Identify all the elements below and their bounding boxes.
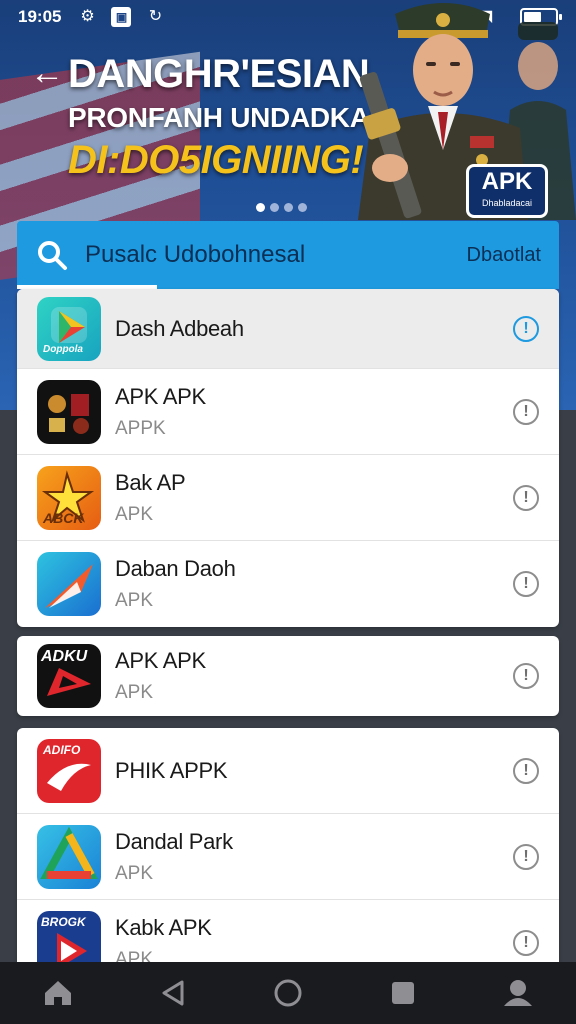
carousel-indicator[interactable] bbox=[256, 203, 307, 212]
list-item[interactable]: ABCK Bak AP APK ! bbox=[17, 455, 559, 541]
info-icon[interactable]: ! bbox=[513, 930, 539, 956]
app-list-card: ADIFO PHIK APPK ! Dandal Park APK ! BROG… bbox=[17, 728, 559, 962]
app-subtitle: APK bbox=[115, 682, 154, 703]
back-icon[interactable] bbox=[153, 973, 193, 1013]
info-icon[interactable]: ! bbox=[513, 571, 539, 597]
home-icon[interactable] bbox=[38, 973, 78, 1013]
app-icon-wave: ADIFO bbox=[37, 738, 101, 803]
app-icon-label: Doppola bbox=[43, 343, 83, 355]
back-arrow-icon[interactable]: ← bbox=[30, 54, 64, 93]
app-list-card: Doppola Dash Adbeah ! APK APK APPK ! ABC… bbox=[17, 289, 559, 627]
banner-subheadline: PRONFANH UNDADKAN bbox=[68, 102, 390, 133]
list-item[interactable]: Doppola Dash Adbeah ! bbox=[17, 289, 559, 369]
app-name: APK APK bbox=[115, 383, 206, 409]
apk-badge: APK Dhabladacai bbox=[466, 164, 548, 218]
info-icon[interactable]: ! bbox=[513, 843, 539, 870]
apk-badge-title: APK bbox=[481, 168, 533, 195]
image-icon: ▣ bbox=[111, 7, 132, 27]
app-list-card: ADKU APK APK APK ! bbox=[17, 636, 559, 716]
carousel-dot[interactable] bbox=[270, 203, 279, 212]
info-icon[interactable]: ! bbox=[513, 398, 539, 425]
profile-icon[interactable] bbox=[498, 973, 538, 1013]
search-input[interactable]: Pusalc Udobohnesal bbox=[85, 241, 467, 269]
carousel-dot[interactable] bbox=[298, 203, 307, 212]
list-item[interactable]: APK APK APPK ! bbox=[17, 369, 559, 455]
gear-icon: ⚙ bbox=[80, 8, 95, 25]
list-item[interactable]: BROGK Kabk APK APK ! bbox=[17, 900, 559, 962]
app-name: Dandal Park bbox=[115, 828, 233, 854]
app-icon-star: ABCK bbox=[37, 465, 101, 530]
sync-icon: ↻ bbox=[148, 8, 163, 25]
app-subtitle: APK bbox=[115, 862, 154, 884]
list-item[interactable]: Daban Daoh APK ! bbox=[17, 541, 559, 627]
circle-home-icon[interactable] bbox=[268, 973, 308, 1013]
list-item[interactable]: Dandal Park APK ! bbox=[17, 814, 559, 900]
status-time: 19:05 bbox=[18, 7, 62, 26]
info-icon[interactable]: ! bbox=[513, 663, 539, 689]
info-icon[interactable]: ! bbox=[513, 757, 539, 784]
app-subtitle: APK bbox=[115, 590, 154, 611]
app-name: Kabk APK bbox=[115, 915, 212, 940]
app-subtitle: APPK bbox=[115, 417, 166, 439]
app-name: APK APK bbox=[115, 648, 206, 673]
list-item[interactable]: ADIFO PHIK APPK ! bbox=[17, 728, 559, 814]
app-name: Daban Daoh bbox=[115, 556, 236, 581]
app-icon-drive bbox=[37, 824, 101, 889]
app-subtitle: APK bbox=[115, 949, 154, 962]
app-icon-play: Doppola bbox=[37, 296, 101, 361]
carousel-dot[interactable] bbox=[284, 203, 293, 212]
info-icon[interactable]: ! bbox=[513, 484, 539, 511]
carousel-dot[interactable] bbox=[256, 203, 265, 212]
list-item[interactable]: ADKU APK APK APK ! bbox=[17, 636, 559, 716]
search-bar[interactable]: Pusalc Udobohnesal Dbaotlat bbox=[17, 221, 559, 289]
app-icon-label: ADKU bbox=[41, 648, 88, 665]
apk-badge-subtitle: Dhabladacai bbox=[481, 198, 533, 208]
app-name: PHIK APPK bbox=[115, 757, 228, 783]
app-icon-label: ABCK bbox=[43, 509, 84, 526]
app-icon-play-red: BROGK bbox=[37, 911, 101, 962]
banner-tagline: DI:DO5IGNIING! bbox=[68, 138, 364, 182]
system-nav-bar bbox=[0, 962, 576, 1024]
app-icon-label: BROGK bbox=[41, 915, 86, 929]
search-button[interactable]: Dbaotlat bbox=[467, 244, 542, 267]
info-icon[interactable]: ! bbox=[513, 315, 539, 342]
app-icon-apk-mosaic bbox=[37, 379, 101, 444]
app-name: Dash Adbeah bbox=[115, 315, 244, 341]
app-icon-label: ADIFO bbox=[43, 742, 81, 757]
banner-headline: DANGHR'ESIAN bbox=[68, 52, 370, 96]
app-icon-swoosh bbox=[37, 552, 101, 616]
app-name: Bak AP bbox=[115, 469, 186, 495]
recents-icon[interactable] bbox=[383, 973, 423, 1013]
search-icon[interactable] bbox=[35, 238, 69, 272]
app-icon-triangle: ADKU bbox=[37, 644, 101, 708]
app-subtitle: APK bbox=[115, 503, 154, 525]
